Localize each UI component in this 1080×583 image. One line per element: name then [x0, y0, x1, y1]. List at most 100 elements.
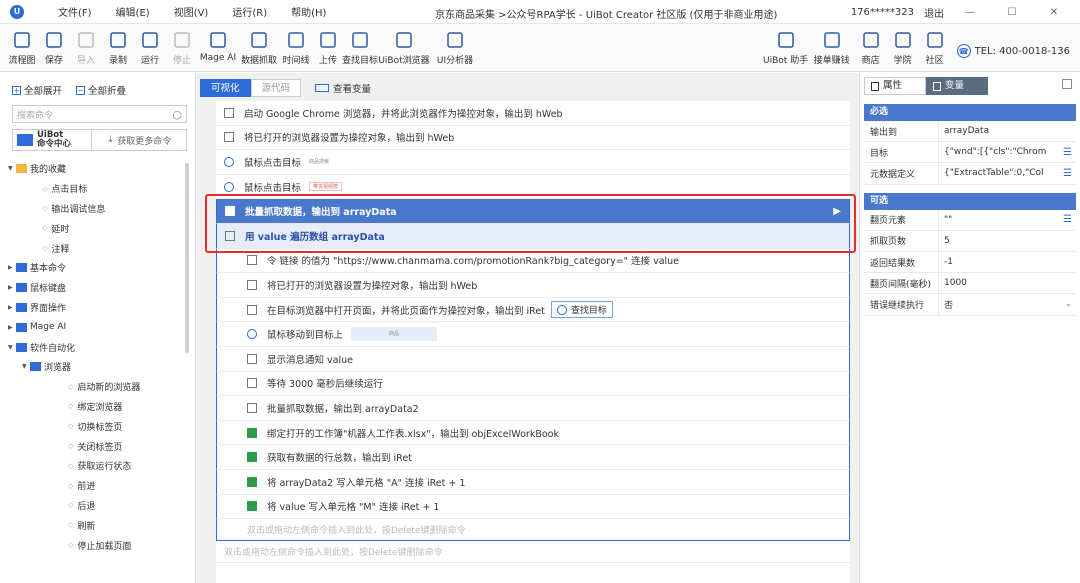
tree-item[interactable]: ◇ 关闭标签页 [0, 436, 195, 456]
property-value[interactable]: -1 [939, 257, 1076, 267]
toolbar-button[interactable]: 导入 [71, 24, 101, 66]
property-value[interactable]: "" ☰ [939, 214, 1076, 225]
tree-item[interactable]: ◇ 切换标签页 [0, 416, 195, 436]
tree-item[interactable]: ◇ 注释 [0, 238, 195, 258]
command-row[interactable]: 鼠标点击目标 商品搜索 [216, 150, 850, 175]
property-row[interactable]: 抓取页数 5 [864, 230, 1076, 252]
tree-item[interactable]: ▶ Mage AI [0, 317, 195, 337]
menu-item[interactable]: 运行(R) [220, 4, 279, 19]
command-row[interactable]: 在目标浏览器中打开页面，并将此页面作为操控对象，输出到 iRet 查找目标 [216, 297, 850, 323]
tab-visual[interactable]: 可视化 [200, 79, 251, 97]
tree-item[interactable]: ▶ 基本命令 [0, 258, 195, 278]
toolbar-button[interactable]: 录制 [103, 24, 133, 66]
command-row[interactable]: 鼠标点击目标 带货视频榜 [216, 175, 850, 200]
list-icon[interactable]: ☰ [1063, 147, 1072, 158]
menu-item[interactable]: 文件(F) [46, 4, 104, 19]
command-row[interactable]: 将 arrayData2 写入单元格 "A" 连接 iRet + 1 [216, 469, 850, 495]
toolbar-button[interactable]: 数据抓取 [239, 24, 279, 66]
command-row[interactable]: 令 链接 的值为 "https://www.chanmama.com/promo… [216, 248, 850, 274]
command-row[interactable]: 启动 Google Chrome 浏览器，并将此浏览器作为操控对象，输出到 hW… [216, 101, 850, 126]
command-row[interactable]: 鼠标移动到目标上 商品 [216, 322, 850, 347]
toolbar-button[interactable]: 接单赚钱 [810, 24, 854, 66]
toolbar-button[interactable]: 查找目标 [342, 24, 378, 66]
toolbar-button[interactable]: 流程图 [7, 24, 37, 66]
toolbar-button[interactable]: 商店 [856, 24, 886, 66]
user-account[interactable]: 176*****323 [851, 7, 914, 18]
property-value[interactable]: 1000 [939, 278, 1076, 288]
command-row[interactable]: 显示消息通知 value [216, 346, 850, 372]
menu-item[interactable]: 帮助(H) [279, 4, 338, 19]
toolbar-button[interactable]: 时间线 [281, 24, 311, 66]
tree-item[interactable]: ◇ 后退 [0, 496, 195, 516]
command-row[interactable]: 将已打开的浏览器设置为操控对象，输出到 hWeb [216, 273, 850, 298]
tab-properties[interactable]: 属性 [864, 77, 926, 95]
find-target-button[interactable]: 查找目标 [550, 301, 613, 319]
tree-item[interactable]: ◇ 前进 [0, 476, 195, 496]
logout-link[interactable]: 退出 [924, 5, 944, 20]
tree-item[interactable]: ◇ 点击目标 [0, 179, 195, 199]
property-row[interactable]: 翻页元素 "" ☰ [864, 209, 1076, 231]
tab-variables[interactable]: 变量 [926, 77, 988, 95]
left-scrollbar[interactable] [185, 163, 189, 353]
property-value[interactable]: 5 [939, 236, 1076, 246]
toolbar-button[interactable]: UiBot 助手 [763, 24, 808, 66]
menu-item[interactable]: 视图(V) [162, 4, 221, 19]
toolbar-button[interactable]: 保存 [39, 24, 69, 66]
property-row[interactable]: 错误继续执行否 ⌄ [864, 294, 1076, 316]
toolbar-button[interactable]: 社区 [920, 24, 950, 66]
command-center-button[interactable]: UiBot 命令中心 [12, 129, 92, 151]
toolbar-button[interactable]: 学院 [888, 24, 918, 66]
toolbar-button[interactable]: UiBot浏览器 [377, 24, 431, 66]
command-row[interactable]: 批量抓取数据，输出到 arrayData ▶ [216, 199, 850, 224]
inner-drop-zone[interactable]: 双击或拖动左侧命令插入到此处，按Delete键删除命令 [216, 519, 850, 542]
tree-item[interactable]: ◇ 刷新 [0, 515, 195, 535]
tree-item[interactable]: ◇ 获取运行状态 [0, 456, 195, 476]
command-row[interactable]: 批量抓取数据，输出到 arrayData2 [216, 396, 850, 421]
chevron-down-icon[interactable]: ⌄ [1064, 299, 1072, 309]
tree-item[interactable]: ◇ 延时 [0, 218, 195, 238]
property-row[interactable]: 翻页间隔(毫秒) 1000 [864, 273, 1076, 295]
expand-all-button[interactable]: + 全部展开 [12, 83, 62, 97]
get-more-commands-button[interactable]: ⇣ 获取更多命令 [92, 129, 187, 151]
tree-item[interactable]: ◇ 绑定浏览器 [0, 397, 195, 417]
tree-item[interactable]: ◇ 输出调试信息 [0, 199, 195, 219]
expand-panel-icon[interactable] [1062, 79, 1072, 89]
tree-item[interactable]: ▶ 鼠标键盘 [0, 278, 195, 298]
close-icon[interactable]: ✕ [1038, 7, 1070, 18]
property-value[interactable]: {"ExtractTable":0,"Col ☰ [939, 168, 1076, 179]
command-row[interactable]: 获取有数据的行总数，输出到 iRet [216, 445, 850, 470]
tree-item[interactable]: ◇ 停止加载页面 [0, 535, 195, 555]
menu-item[interactable]: 编辑(E) [104, 4, 162, 19]
tree-item[interactable]: ◇ 启动新的浏览器 [0, 377, 195, 397]
collapse-all-button[interactable]: − 全部折叠 [76, 83, 126, 97]
list-icon[interactable]: ☰ [1063, 214, 1072, 225]
toolbar-button[interactable]: 停止 [167, 24, 197, 66]
command-row[interactable]: 将 value 写入单元格 "M" 连接 iRet + 1 [216, 494, 850, 520]
property-row[interactable]: 元数据定义 {"ExtractTable":0,"Col ☰ [864, 163, 1076, 185]
tree-item[interactable]: ▶ 界面操作 [0, 298, 195, 318]
command-row[interactable]: 绑定打开的工作簿"机器人工作表.xlsx"，输出到 objExcelWorkBo… [216, 420, 850, 446]
view-variables-button[interactable]: 查看变量 [315, 81, 371, 95]
outer-drop-zone[interactable]: 双击或拖动左侧命令插入到此处，按Delete键删除命令 [216, 541, 850, 564]
maximize-icon[interactable]: ☐ [996, 7, 1028, 18]
list-icon[interactable]: ☰ [1063, 168, 1072, 179]
tree-item[interactable]: ▼ 软件自动化 [0, 337, 195, 357]
minimize-icon[interactable]: — [954, 7, 986, 18]
property-value[interactable]: arrayData [939, 126, 1076, 136]
command-row[interactable]: 等待 3000 毫秒后继续运行 [216, 371, 850, 397]
toolbar-button[interactable]: UI分析器 [433, 24, 477, 66]
command-row[interactable]: 将已打开的浏览器设置为操控对象，输出到 hWeb [216, 126, 850, 151]
property-value[interactable]: 否 ⌄ [939, 298, 1076, 311]
tab-source[interactable]: 源代码 [250, 79, 302, 97]
play-icon[interactable]: ▶ [833, 206, 841, 217]
toolbar-button[interactable]: 运行 [135, 24, 165, 66]
tree-item[interactable]: ▼ 浏览器 [0, 357, 195, 377]
command-row[interactable]: 用 value 遍历数组 arrayData [216, 223, 850, 249]
property-row[interactable]: 返回结果数 -1 [864, 251, 1076, 274]
property-value[interactable]: {"wnd":[{"cls":"Chrom ☰ [939, 147, 1076, 158]
command-search-input[interactable]: 搜索命令 ○ [12, 105, 187, 123]
property-row[interactable]: 目标 {"wnd":[{"cls":"Chrom ☰ [864, 142, 1076, 164]
toolbar-button[interactable]: 上传 [313, 24, 343, 66]
property-row[interactable]: 输出到 arrayData [864, 121, 1076, 143]
tree-item[interactable]: ▼ 我的收藏 [0, 159, 195, 179]
